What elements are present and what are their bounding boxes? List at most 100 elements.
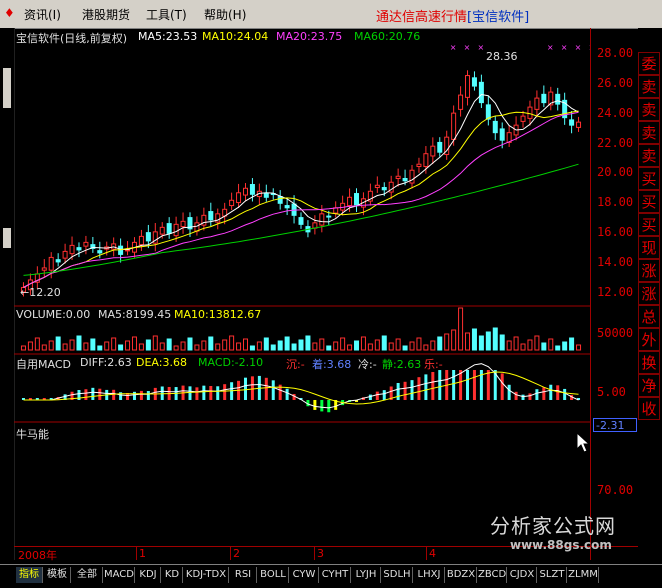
indicator-tab-boll[interactable]: BOLL xyxy=(258,567,289,583)
macd-bar xyxy=(549,384,553,400)
side-tab-buy[interactable]: 买 xyxy=(638,213,660,236)
menu-bar: ♦ 资讯(I) 港股期货 工具(T) 帮助(H) 通达信高速行情[宝信软件] xyxy=(0,0,662,29)
volume-bar xyxy=(534,335,540,351)
y-tick: 22.00 xyxy=(597,136,634,150)
volume-bar xyxy=(451,329,457,351)
indicator-tab-kdj[interactable]: KDJ xyxy=(136,567,161,583)
indicator-tab-kd[interactable]: KD xyxy=(162,567,183,583)
candle-body xyxy=(180,220,186,228)
side-tab-outer[interactable]: 外 xyxy=(638,328,660,351)
macd-bar xyxy=(146,391,150,400)
scrollbar-corner[interactable] xyxy=(642,0,662,28)
side-tab-rise[interactable]: 涨 xyxy=(638,259,660,282)
signal-marker: × xyxy=(575,43,582,52)
candle-body xyxy=(159,226,165,235)
indicator-tab-指标[interactable]: 指标 xyxy=(16,567,43,583)
menu-item-help[interactable]: 帮助(H) xyxy=(204,6,246,23)
candle-body xyxy=(62,250,68,259)
volume-bar xyxy=(416,337,422,351)
side-tab-sell[interactable]: 卖 xyxy=(638,75,660,98)
macd-bar xyxy=(84,389,88,400)
left-scroll-thumb-2[interactable] xyxy=(3,228,11,248)
indicator-tab-bdzx[interactable]: BDZX xyxy=(446,567,477,583)
indicator-tab-sdlh[interactable]: SDLH xyxy=(382,567,413,583)
volume-bar xyxy=(111,337,117,351)
candle-body xyxy=(194,222,200,232)
volume-bar xyxy=(409,341,415,351)
candle-body xyxy=(41,267,47,271)
indicator-tab-cyht[interactable]: CYHT xyxy=(320,567,351,583)
brand-main: 通达信高速行情 xyxy=(376,10,468,25)
y-tick: 12.00 xyxy=(597,285,634,299)
indicator-tab-lhxj[interactable]: LHXJ xyxy=(414,567,445,583)
macd-bar xyxy=(521,394,525,400)
side-tab-rise[interactable]: 涨 xyxy=(638,282,660,305)
volume-bar xyxy=(360,336,366,351)
left-scroll-thumb[interactable] xyxy=(3,68,11,108)
volume-bar xyxy=(319,338,325,351)
signal-marker: × xyxy=(561,43,568,52)
side-tab-wei[interactable]: 委 xyxy=(638,52,660,75)
indicator-tab-zlmm[interactable]: ZLMM xyxy=(568,567,599,583)
side-tab-now[interactable]: 现 xyxy=(638,236,660,259)
brand-title: 通达信高速行情[宝信软件] xyxy=(376,6,529,25)
volume-bar xyxy=(97,345,103,351)
indicator-tab-zbcd[interactable]: ZBCD xyxy=(478,567,507,583)
volume-bar xyxy=(131,336,137,351)
volume-bar xyxy=(166,338,172,351)
indicator-tab-cyw[interactable]: CYW xyxy=(290,567,319,583)
side-tab-sell[interactable]: 卖 xyxy=(638,144,660,167)
volume-bar xyxy=(242,338,248,351)
volume-bar xyxy=(471,328,477,351)
y-tick: 14.00 xyxy=(597,255,634,269)
ma10-label: MA10:24.04 xyxy=(202,30,269,43)
indicator-tab-kdj-tdx[interactable]: KDJ-TDX xyxy=(184,567,229,583)
indicator-tab-macd[interactable]: MACD xyxy=(104,567,135,583)
macd-bar xyxy=(417,377,421,400)
volume-bar xyxy=(249,345,255,351)
side-tab-buy[interactable]: 买 xyxy=(638,190,660,213)
macd-bar xyxy=(507,384,511,400)
chart-area[interactable]: ×××××××××××× 宝信软件(日线,前复权) MA5:23.53 MA10… xyxy=(14,28,662,560)
side-tab-turnover[interactable]: 换 xyxy=(638,351,660,374)
candle-body xyxy=(395,175,401,180)
candle-body xyxy=(458,94,464,110)
chart-canvas[interactable]: ×××××××××××× xyxy=(14,28,662,560)
candle-body xyxy=(298,217,304,225)
macd-zhuo: 着:3.68 xyxy=(312,358,352,371)
macd-bar xyxy=(320,400,324,412)
volume-bar xyxy=(465,332,471,351)
macd-bar xyxy=(375,391,379,400)
side-tab-sell[interactable]: 卖 xyxy=(638,121,660,144)
menu-item-info[interactable]: 资讯(I) xyxy=(24,6,61,23)
menu-item-hk-futures[interactable]: 港股期货 xyxy=(82,6,130,23)
left-scrollbar[interactable] xyxy=(0,28,15,560)
candle-body xyxy=(527,106,533,119)
y-tick: 26.00 xyxy=(597,76,634,90)
volume-bar xyxy=(180,341,186,351)
macd-bar xyxy=(466,370,470,400)
macd-bar xyxy=(452,370,456,400)
indicator-tab-rsi[interactable]: RSI xyxy=(230,567,257,583)
date-month-3: 3 xyxy=(314,547,324,560)
indicator-tab-slzt[interactable]: SLZT xyxy=(538,567,567,583)
indicator-tab-cjdx[interactable]: CJDX xyxy=(508,567,537,583)
side-tab-net[interactable]: 净 xyxy=(638,374,660,397)
macd-bar xyxy=(243,377,247,400)
macd-dea: DEA:3.68 xyxy=(136,356,187,369)
side-tab-sell[interactable]: 卖 xyxy=(638,98,660,121)
side-tab-close[interactable]: 收 xyxy=(638,397,660,420)
price-axis: 28.00 26.00 24.00 22.00 20.00 18.00 16.0… xyxy=(590,28,639,560)
candle-body xyxy=(145,232,151,242)
volume-bar xyxy=(76,335,82,351)
candle-body xyxy=(83,241,89,247)
menu-item-tools[interactable]: 工具(T) xyxy=(146,6,187,23)
volume-ma5-label: MA5:8199.45 xyxy=(98,308,172,321)
indicator-tab-lyjh[interactable]: LYJH xyxy=(352,567,381,583)
macd-bar xyxy=(431,372,435,400)
candle-body xyxy=(520,115,526,122)
indicator-tab-模板[interactable]: 模板 xyxy=(44,567,71,583)
side-tab-buy[interactable]: 买 xyxy=(638,167,660,190)
indicator-tab-全部[interactable]: 全部 xyxy=(72,567,103,583)
side-tab-total[interactable]: 总 xyxy=(638,305,660,328)
